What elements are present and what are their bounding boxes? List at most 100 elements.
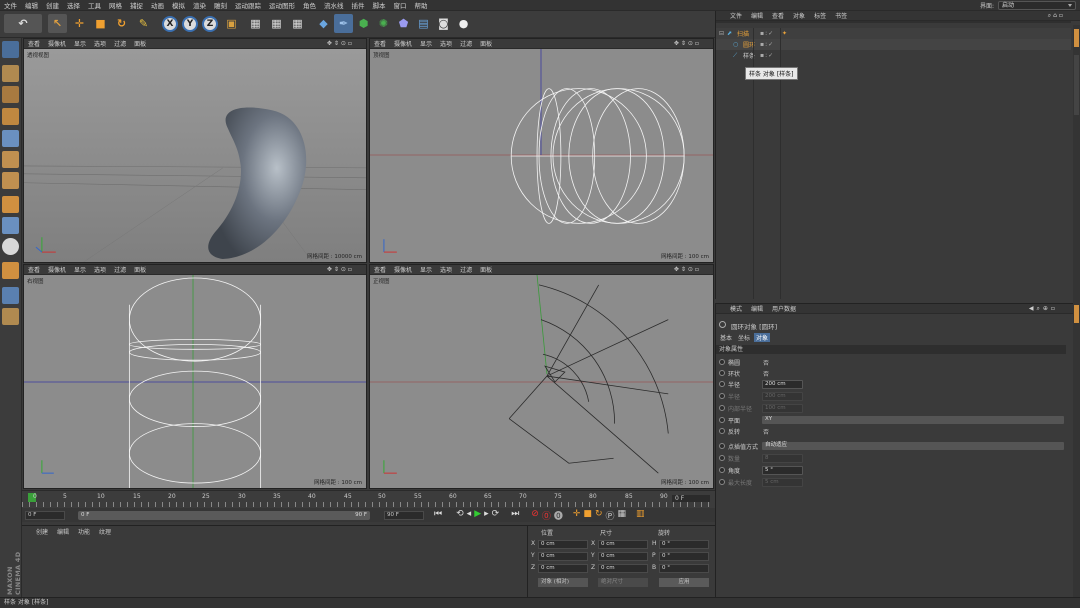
visibility-icon[interactable]: ▪:✓ <box>760 52 774 59</box>
attr-row-number[interactable]: 数量 8 <box>716 453 1074 463</box>
vp-menu-display[interactable]: 显示 <box>74 39 86 48</box>
key-rotation-icon[interactable]: ↻ <box>595 509 603 522</box>
previous-frame-icon[interactable]: ◂ <box>467 509 472 522</box>
light-icon[interactable]: ● <box>454 14 473 33</box>
planar-workplane-icon[interactable] <box>2 287 19 304</box>
loop-forward-icon[interactable]: ⟳ <box>492 509 500 522</box>
attr-row-interpolation[interactable]: 点插值方式 自动适应 <box>716 441 1074 451</box>
range-slider[interactable]: 0 F 90 F <box>78 511 370 520</box>
am-menu-edit[interactable]: 编辑 <box>751 304 763 313</box>
visibility-icon[interactable]: ▪:✓ <box>760 41 774 48</box>
vp-menu-filter[interactable]: 过滤 <box>114 265 126 274</box>
timeline-ruler[interactable]: 0 5 10 15 20 25 30 35 40 45 50 55 60 65 … <box>22 490 715 508</box>
key-scale-icon[interactable]: ■ <box>583 509 592 522</box>
current-frame[interactable]: 0 F <box>672 495 710 502</box>
vp-menu-options[interactable]: 选项 <box>94 39 106 48</box>
attr-row-radius-2[interactable]: 半径 200 cm <box>716 391 1074 401</box>
menu-mesh[interactable]: 网格 <box>109 0 122 10</box>
expand-icon[interactable]: ⊟ <box>719 30 724 37</box>
keyframe-selection-icon[interactable]: ⓿ <box>554 509 563 522</box>
timeline-window-icon[interactable]: ▥ <box>636 509 645 522</box>
key-pla-icon[interactable]: ▦ <box>618 509 627 522</box>
menu-edit[interactable]: 编辑 <box>25 0 38 10</box>
locked-workplane-icon[interactable] <box>2 262 19 279</box>
start-frame-field[interactable]: 0 F <box>25 511 65 520</box>
rotation-b-field[interactable]: 0 ° <box>659 564 709 573</box>
object-row-sweep[interactable]: ⊟ ⬈ 扫描 ▪:✓ ✦ <box>716 28 1071 39</box>
attr-row-angle[interactable]: 角度 5 ° <box>716 465 1074 475</box>
animate-radio[interactable] <box>719 428 725 434</box>
rotation-p-field[interactable]: 0 ° <box>659 552 709 561</box>
om-menu-tags[interactable]: 标签 <box>814 11 826 20</box>
angle-field[interactable]: 5 ° <box>762 466 803 475</box>
model-mode-icon[interactable] <box>2 65 19 82</box>
vp-menu-view[interactable]: 查看 <box>374 39 386 48</box>
move-icon[interactable]: ✛ <box>70 14 89 33</box>
mm-menu-function[interactable]: 功能 <box>78 527 90 536</box>
texture-mode-icon[interactable] <box>2 86 19 103</box>
menu-motion-tracking[interactable]: 运动跟踪 <box>235 0 261 10</box>
attr-row-max-length[interactable]: 最大长度 5 cm <box>716 477 1074 487</box>
vp-menu-filter[interactable]: 过滤 <box>460 265 472 274</box>
layout-dropdown[interactable]: 启动 <box>998 1 1076 10</box>
scale-icon[interactable]: ■ <box>91 14 110 33</box>
viewport-navigation-icon[interactable]: ✥⇕⊙▫ <box>327 266 354 273</box>
go-to-start-icon[interactable]: ⏮ <box>434 509 442 522</box>
viewport-navigation-icon[interactable]: ✥⇕⊙▫ <box>327 40 354 47</box>
animate-radio[interactable] <box>719 393 725 399</box>
vp-menu-options[interactable]: 选项 <box>94 265 106 274</box>
select-arrow-icon[interactable]: ↖ <box>48 14 67 33</box>
object-name[interactable]: 扫描 <box>737 29 749 38</box>
cube-icon[interactable]: ◆ <box>314 14 333 33</box>
objects-side-tab[interactable] <box>1074 29 1079 47</box>
menu-script[interactable]: 脚本 <box>373 0 386 10</box>
array-icon[interactable]: ✺ <box>374 14 393 33</box>
tweak-mode-icon[interactable] <box>2 217 19 234</box>
animate-radio[interactable] <box>719 479 725 485</box>
visibility-icon[interactable]: ▪:✓ <box>760 30 774 37</box>
position-z-field[interactable]: 0 cm <box>538 564 588 573</box>
edges-mode-icon[interactable] <box>2 151 19 168</box>
om-menu-objects[interactable]: 对象 <box>793 11 805 20</box>
vp-menu-camera[interactable]: 摄像机 <box>394 39 412 48</box>
menu-tools[interactable]: 工具 <box>88 0 101 10</box>
tab-basic[interactable]: 基本 <box>718 333 734 342</box>
viewport-navigation-icon[interactable]: ✥⇕⊙▫ <box>674 40 701 47</box>
om-search-icon[interactable]: ⌕⌂▫ <box>1048 12 1065 20</box>
radius-field[interactable]: 200 cm <box>762 380 803 389</box>
tab-object[interactable]: 对象 <box>754 333 771 342</box>
animate-radio[interactable] <box>719 405 725 411</box>
vp-menu-filter[interactable]: 过滤 <box>114 39 126 48</box>
menu-file[interactable]: 文件 <box>4 0 17 10</box>
go-to-end-icon[interactable]: ⏭ <box>511 509 519 522</box>
autokey-icon[interactable]: ⓪ <box>542 509 551 522</box>
make-editable-icon[interactable] <box>2 41 19 58</box>
menu-snap[interactable]: 捕捉 <box>130 0 143 10</box>
vp-menu-view[interactable]: 查看 <box>28 265 40 274</box>
vp-menu-camera[interactable]: 摄像机 <box>48 265 66 274</box>
vp-menu-panel[interactable]: 面板 <box>480 265 492 274</box>
record-icon[interactable]: ⊘ <box>531 509 539 522</box>
play-icon[interactable]: ▶ <box>474 509 481 522</box>
viewport-front[interactable]: 查看 摄像机 显示 选项 过滤 面板 ✥⇕⊙▫ 正视图 网格间距: 100 c… <box>369 264 714 489</box>
floor-icon[interactable]: ▤ <box>414 14 433 33</box>
vp-menu-camera[interactable]: 摄像机 <box>394 265 412 274</box>
front-canvas[interactable] <box>370 275 713 488</box>
points-mode-icon[interactable] <box>2 130 19 147</box>
coordinate-mode-dropdown[interactable]: 对象 (相对) <box>538 578 588 587</box>
vp-menu-display[interactable]: 显示 <box>74 265 86 274</box>
attr-row-inner-radius[interactable]: 内部半径 100 cm <box>716 403 1074 413</box>
loop-icon[interactable]: ⟲ <box>456 509 464 522</box>
menu-window[interactable]: 窗口 <box>394 0 407 10</box>
mm-menu-texture[interactable]: 纹理 <box>99 527 111 536</box>
vp-menu-display[interactable]: 显示 <box>420 39 432 48</box>
om-menu-file[interactable]: 文件 <box>730 11 742 20</box>
position-x-field[interactable]: 0 cm <box>538 540 588 549</box>
viewport-right[interactable]: 查看 摄像机 显示 选项 过滤 面板 ✥⇕⊙▫ 右视图 网格间距: 100 c… <box>23 264 367 489</box>
attr-row-ring[interactable]: 环状否 <box>716 368 1074 378</box>
render-view-icon[interactable]: ▦ <box>246 14 265 33</box>
vp-menu-view[interactable]: 查看 <box>28 39 40 48</box>
right-canvas[interactable] <box>24 275 366 488</box>
menu-help[interactable]: 帮助 <box>415 0 428 10</box>
attr-row-radius[interactable]: 半径 200 cm <box>716 379 1074 389</box>
